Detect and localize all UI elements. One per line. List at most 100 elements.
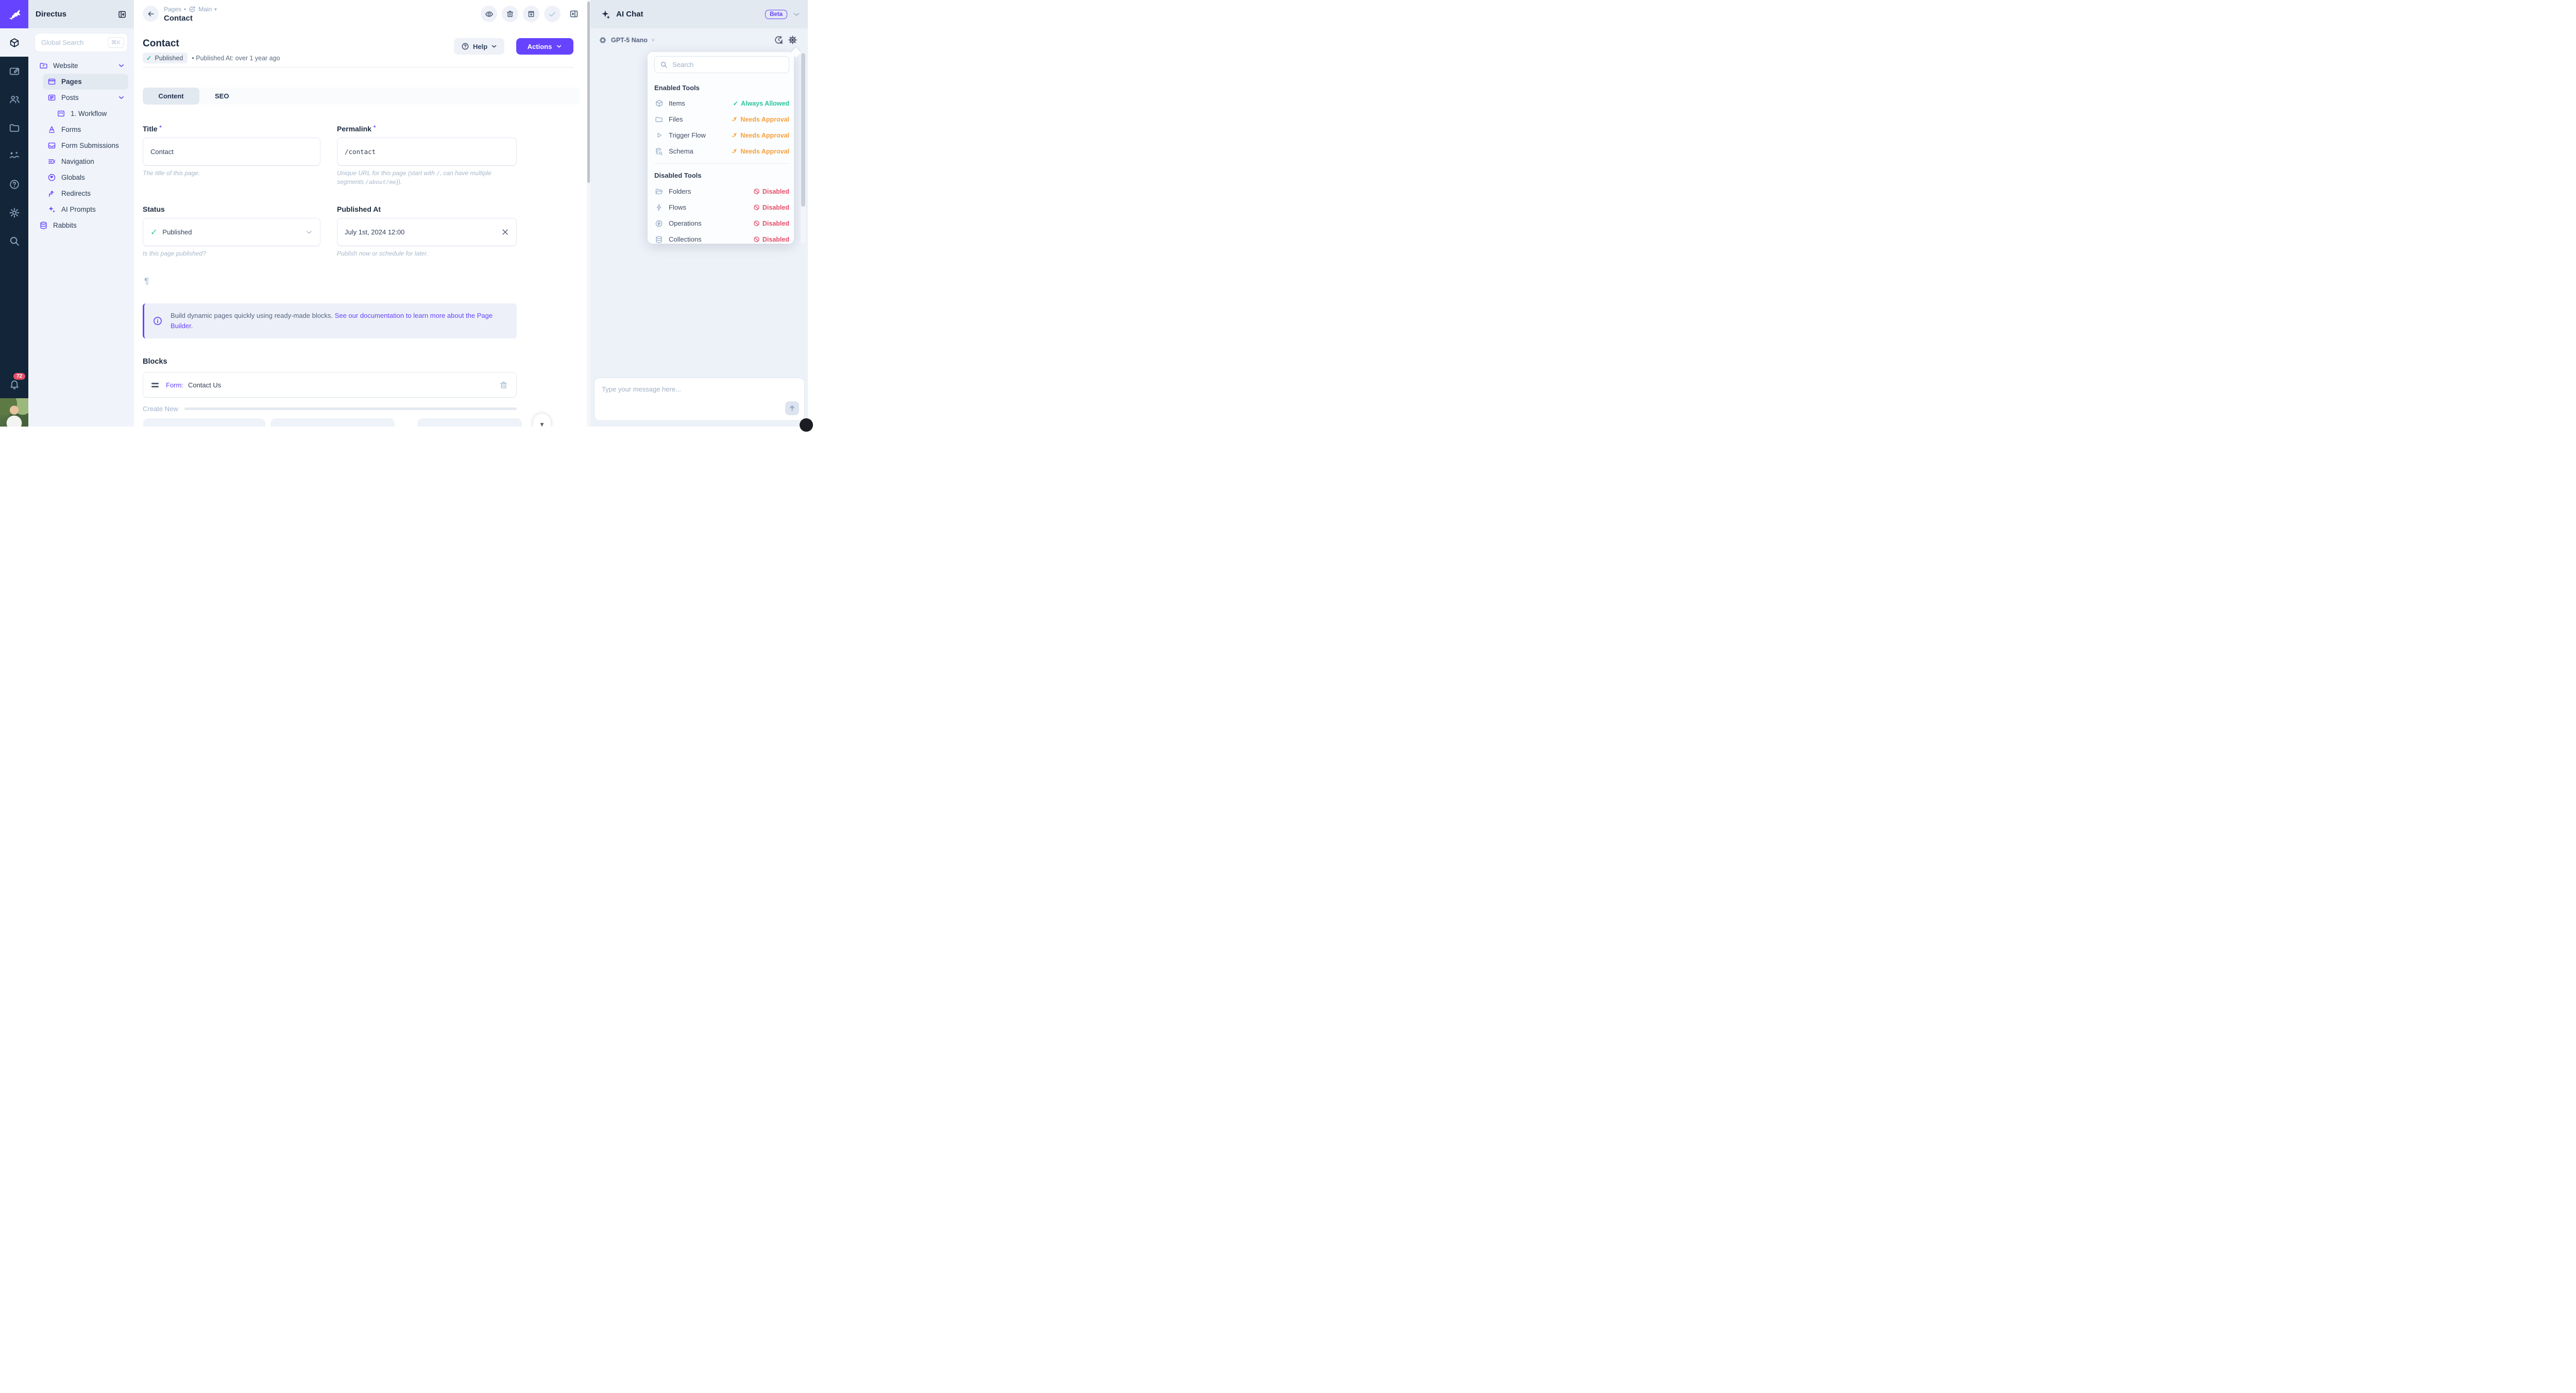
permalink-field[interactable] [337,138,517,166]
global-search-input[interactable]: Global Search ⌘K [35,33,127,52]
breadcrumb-collection[interactable]: Pages [164,6,181,13]
tool-row-folders[interactable]: Folders Disabled [654,183,789,199]
tab-content[interactable]: Content [143,88,199,105]
module-settings[interactable] [0,198,28,227]
module-users[interactable] [0,85,28,113]
letter-a-icon [47,125,56,134]
content-module-icon [9,37,20,48]
tool-row-items[interactable]: Items ✓Always Allowed [654,95,789,111]
chevron-down-icon[interactable] [118,62,125,69]
block-title: Contact Us [188,381,221,389]
tool-row-flows[interactable]: Flows Disabled [654,199,789,215]
create-block-button[interactable] [270,418,395,427]
permalink-field-label: Permalink * [337,125,376,133]
toggle-right-panel-button[interactable] [566,6,582,22]
save-button[interactable] [544,6,561,22]
tool-row-trigger-flow[interactable]: Trigger Flow Needs Approval [654,127,789,143]
tools-search-field[interactable] [654,56,789,73]
clear-history-button[interactable] [774,35,784,45]
tools-search-input[interactable] [672,61,784,69]
insights-icon [9,150,20,162]
block-row[interactable]: Form: Contact Us [143,372,517,398]
nav-sidebar: Directus Global Search ⌘K Website Pages … [28,0,134,427]
permalink-input[interactable] [345,148,509,156]
approval-hand-icon [731,116,738,123]
sidebar-item-website[interactable]: Website [28,58,134,74]
version-dropdown-icon[interactable]: ▾ [214,7,217,12]
title-field[interactable] [143,138,320,166]
module-visual-editor[interactable] [0,57,28,85]
ai-chat-title: AI Chat [616,10,760,19]
tool-status-approval: Needs Approval [731,116,789,123]
scrollbar-thumb[interactable] [801,53,805,207]
module-insights[interactable] [0,142,28,170]
breadcrumb[interactable]: Pages • Main ▾ [164,6,217,13]
title-field-note: The title of this page. [143,169,320,178]
ai-toolbar: GPT-5 Nano ˅ [590,28,808,52]
sidebar-item-ai-prompts[interactable]: AI Prompts [28,201,134,217]
tab-seo[interactable]: SEO [199,88,244,105]
back-button[interactable] [143,6,159,22]
module-help[interactable] [0,170,28,198]
drag-handle-icon[interactable] [151,383,159,387]
sidebar-item-pages[interactable]: Pages [28,74,134,90]
published-at-field[interactable]: July 1st, 2024 12:00 [337,218,517,246]
module-search[interactable] [0,227,28,255]
sidebar-item-navigation[interactable]: Navigation [28,154,134,169]
arrow-up-icon [788,404,796,412]
module-content[interactable] [0,28,28,57]
main-scrollbar[interactable] [587,0,590,427]
chevron-down-icon[interactable]: ˅ [652,38,654,43]
scrollbar-thumb[interactable] [587,2,590,183]
sidebar-item-globals[interactable]: Globals [28,169,134,185]
openai-logo-icon [599,36,607,44]
clear-date-button[interactable] [501,228,509,236]
model-selector[interactable]: GPT-5 Nano [611,37,648,44]
archive-icon [527,10,535,18]
tool-row-operations[interactable]: Operations Disabled [654,215,789,231]
send-button[interactable] [785,401,799,415]
message-input[interactable] [602,385,778,415]
tool-row-collections[interactable]: Collections Disabled [654,231,789,244]
status-select[interactable]: ✓ Published [143,218,320,246]
sidebar-item-form-submissions[interactable]: Form Submissions [28,138,134,154]
message-composer[interactable] [595,378,804,420]
chevron-down-icon[interactable] [118,94,125,101]
directus-logo[interactable] [0,0,28,28]
check-icon: ✓ [150,227,157,237]
preview-button[interactable] [481,6,497,22]
scroll-down-indicator[interactable]: ▼ [533,414,551,427]
remove-block-button[interactable] [499,381,508,389]
version-sync-icon [189,6,196,13]
ai-settings-button[interactable] [788,35,798,45]
notifications-button[interactable]: 72 [0,370,28,398]
module-bar-spacer [0,255,28,370]
sidebar-item-redirects[interactable]: Redirects [28,185,134,201]
chevron-down-icon [491,43,497,49]
create-new-row: Create New [143,405,517,413]
title-input[interactable] [150,148,313,156]
tool-row-files[interactable]: Files Needs Approval [654,111,789,127]
sidebar-item-rabbits[interactable]: Rabbits [28,217,134,233]
ai-panel-scrollbar[interactable] [801,52,806,244]
delete-button[interactable] [502,6,518,22]
create-block-button[interactable] [143,418,265,427]
archive-button[interactable] [523,6,539,22]
approval-hand-icon [731,132,738,139]
database-icon [39,221,48,230]
chevron-down-icon[interactable] [792,10,801,19]
tool-row-schema[interactable]: Schema Needs Approval [654,143,789,159]
sidebar-item-workflow[interactable]: 1. Workflow [28,106,134,122]
create-block-button[interactable] [417,418,522,427]
help-button[interactable]: Help [454,38,504,55]
ai-sparkle-icon [601,9,611,20]
breadcrumb-version[interactable]: Main [198,6,212,13]
chevron-down-icon[interactable] [306,229,313,236]
sidebar-item-forms[interactable]: Forms [28,122,134,138]
collapse-sidebar-button[interactable] [117,10,127,19]
user-avatar[interactable] [0,398,28,427]
actions-button[interactable]: Actions [516,38,573,55]
sidebar-item-posts[interactable]: Posts [28,90,134,106]
module-files[interactable] [0,113,28,142]
create-new-label[interactable]: Create New [143,405,178,413]
